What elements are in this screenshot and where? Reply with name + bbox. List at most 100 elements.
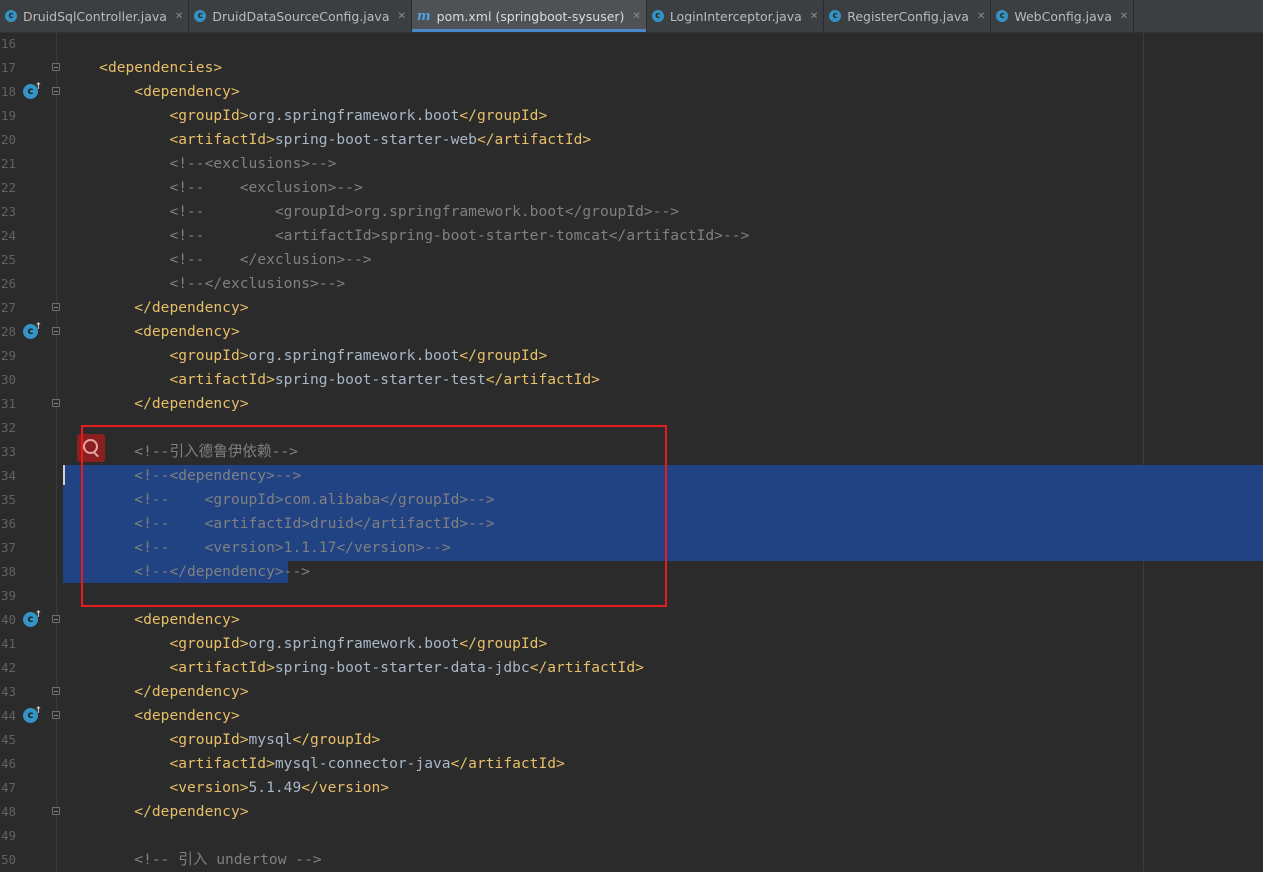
code-token: org.springframework.boot	[248, 635, 460, 652]
fold-marker-icon[interactable]	[52, 615, 60, 623]
line-number: 26	[0, 276, 16, 291]
code-line: 29 <groupId>org.springframework.boot</gr…	[0, 344, 1263, 368]
line-number: 29	[0, 348, 16, 363]
tab-registerconfig-java[interactable]: c RegisterConfig.java ✕	[824, 0, 992, 32]
close-icon[interactable]: ✕	[810, 11, 818, 22]
code-token: </dependency>	[134, 395, 249, 412]
dependency-gutter-icon[interactable]: c ↑	[23, 322, 42, 339]
close-icon[interactable]: ✕	[977, 11, 985, 22]
tab-druidsqlcontroller-java[interactable]: c DruidSqlController.java ✕	[0, 0, 190, 32]
code-token: </groupId>	[292, 731, 381, 748]
code-token: 5.1.49	[248, 779, 302, 796]
line-number: 24	[0, 228, 16, 243]
code-line: 16	[0, 32, 1263, 56]
code-token: <version>	[169, 779, 249, 796]
code-token: <artifactId>	[169, 755, 275, 772]
code-text: <groupId>org.springframework.boot</group…	[64, 104, 547, 128]
code-token: <dependencies>	[99, 59, 223, 76]
code-text: <dependency>	[64, 80, 239, 104]
java-class-icon: c	[829, 10, 842, 22]
fold-marker-icon[interactable]	[52, 327, 60, 335]
line-number: 43	[0, 684, 16, 699]
code-text: <artifactId>mysql-connector-java</artifa…	[64, 752, 564, 776]
tab-label: pom.xml (springboot-sysuser)	[436, 8, 625, 24]
close-icon[interactable]: ✕	[398, 11, 406, 22]
dependency-gutter-icon[interactable]: c ↑	[23, 706, 42, 723]
line-number: 47	[0, 780, 16, 795]
code-text: <artifactId>spring-boot-starter-test</ar…	[64, 368, 600, 392]
line-number: 50	[0, 852, 16, 867]
line-number: 21	[0, 156, 16, 171]
maven-icon: m	[416, 8, 431, 24]
close-icon[interactable]: ✕	[175, 11, 183, 22]
code-text: <groupId>org.springframework.boot</group…	[64, 632, 547, 656]
java-class-icon: c	[5, 10, 17, 22]
fold-marker-icon[interactable]	[52, 711, 60, 719]
close-icon[interactable]: ✕	[632, 11, 640, 22]
line-number: 28	[0, 324, 16, 339]
line-number: 40	[0, 612, 16, 627]
tab-webconfig-java[interactable]: c WebConfig.java ✕	[991, 0, 1135, 32]
code-token: <artifactId>	[169, 371, 275, 388]
code-text: <groupId>org.springframework.boot</group…	[64, 344, 547, 368]
code-text: <version>5.1.49</version>	[64, 776, 389, 800]
code-token: <dependency>	[134, 611, 240, 628]
java-class-icon: c	[996, 10, 1009, 22]
dependency-gutter-icon[interactable]: c ↑	[23, 82, 42, 99]
code-text: <!-- 引入 undertow -->	[64, 848, 321, 872]
code-token: <dependency>	[134, 323, 240, 340]
fold-marker-icon[interactable]	[52, 303, 60, 311]
code-token: </version>	[301, 779, 390, 796]
code-line: 44 c ↑ <dependency>	[0, 704, 1263, 728]
code-text: <dependency>	[64, 704, 239, 728]
code-text: <artifactId>spring-boot-starter-web</art…	[64, 128, 591, 152]
code-token: <!--</exclusions>-->	[169, 275, 346, 292]
code-editor[interactable]: 16 17 <dependencies> 18 c ↑ <dependency> 19 <…	[0, 33, 1263, 871]
fold-marker-icon[interactable]	[52, 807, 60, 815]
line-number: 32	[0, 420, 16, 435]
fold-marker-icon[interactable]	[52, 399, 60, 407]
code-text: <dependency>	[64, 320, 240, 344]
line-number: 36	[0, 516, 16, 531]
tab-label: WebConfig.java	[1014, 8, 1112, 24]
code-text: </dependency>	[64, 296, 248, 320]
code-line: 21 <!--<exclusions>-->	[0, 152, 1263, 176]
editor-tab-bar: c DruidSqlController.java ✕ c DruidDataSourc…	[0, 0, 1263, 33]
dependency-gutter-icon[interactable]: c ↑	[23, 610, 42, 627]
code-line: 28 c ↑ <dependency>	[0, 320, 1263, 344]
code-line: 45 <groupId>mysql</groupId>	[0, 728, 1263, 752]
code-text: <!-- <exclusion>-->	[64, 176, 362, 200]
fold-marker-icon[interactable]	[52, 687, 60, 695]
fold-marker-icon[interactable]	[52, 87, 60, 95]
tab-logininterceptor-java[interactable]: c LoginInterceptor.java ✕	[647, 0, 825, 32]
line-number: 45	[0, 732, 16, 747]
tab-pom-xml[interactable]: m pom.xml (springboot-sysuser) ✕	[411, 0, 647, 32]
code-token: <artifactId>	[169, 131, 275, 148]
close-icon[interactable]: ✕	[1120, 11, 1128, 22]
line-number: 38	[0, 564, 16, 579]
tab-label: DruidSqlController.java	[23, 8, 167, 24]
fold-marker-icon[interactable]	[52, 63, 60, 71]
code-token: <groupId>	[169, 731, 249, 748]
code-line: 27 </dependency>	[0, 296, 1263, 320]
tab-druiddatasourceconfig-java[interactable]: c DruidDataSourceConfig.java ✕	[189, 0, 412, 32]
highlight-annotation-box	[81, 425, 667, 607]
code-token: <!-- <groupId>org.springframework.boot</…	[169, 203, 680, 220]
code-line: 31 </dependency>	[0, 392, 1263, 416]
code-token: org.springframework.boot	[248, 107, 460, 124]
